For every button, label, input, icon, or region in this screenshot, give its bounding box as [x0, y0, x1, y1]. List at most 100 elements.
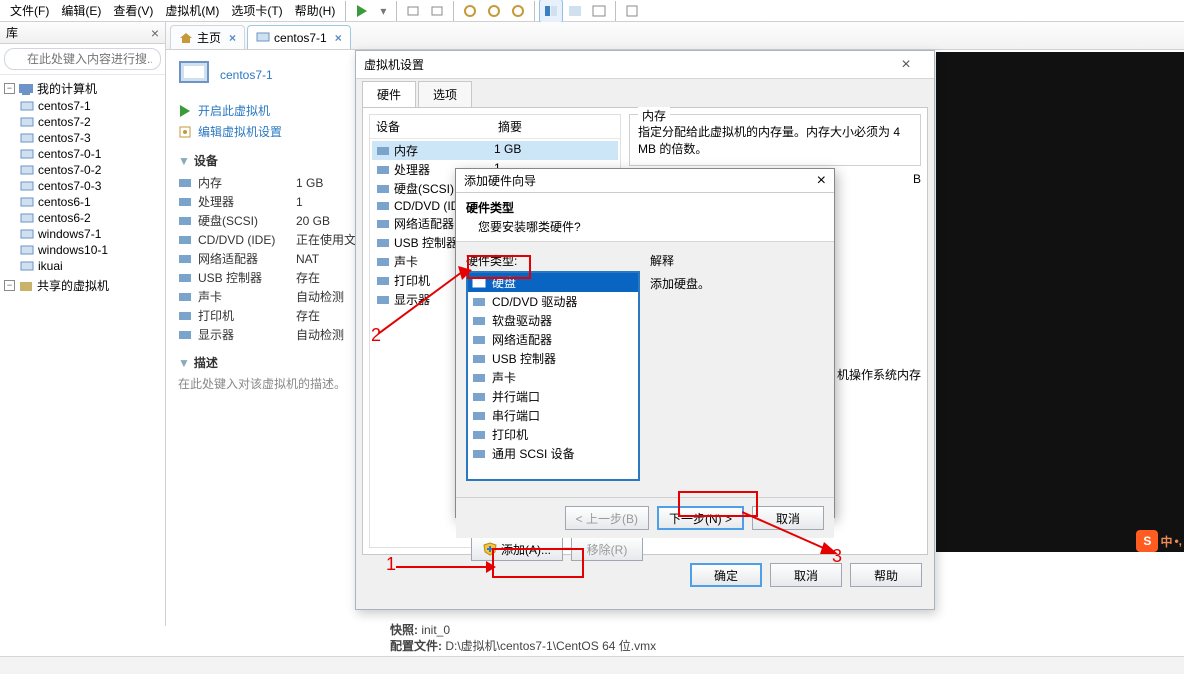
collapse-icon[interactable]: −: [4, 280, 15, 291]
wizard-heading: 硬件类型: [466, 199, 824, 216]
vm-icon: [20, 164, 34, 176]
hardware-type-item[interactable]: 软盘驱动器: [468, 311, 638, 330]
device-icon: [178, 252, 192, 266]
search-input[interactable]: [4, 48, 161, 70]
group-title: 内存: [638, 107, 670, 124]
vm-icon: [20, 244, 34, 256]
menu-file[interactable]: 文件(F): [4, 2, 55, 19]
sidebar-close-icon[interactable]: ×: [151, 25, 159, 41]
vm-tree[interactable]: −我的计算机 centos7-1centos7-2centos7-3centos…: [0, 75, 165, 626]
chevron-down-icon[interactable]: ▼: [178, 356, 190, 370]
hardware-type-item[interactable]: 打印机: [468, 425, 638, 444]
remove-button[interactable]: 移除(R): [571, 537, 643, 561]
tree-vm-item[interactable]: centos7-0-2: [18, 162, 163, 178]
annotation-3: 3: [832, 546, 842, 567]
vm-icon: [20, 148, 34, 160]
hw-icon: [472, 314, 486, 328]
hardware-type-item[interactable]: 声卡: [468, 368, 638, 387]
menu-help[interactable]: 帮助(H): [289, 2, 342, 19]
sep: [453, 1, 454, 21]
menu-tabs[interactable]: 选项卡(T): [225, 2, 288, 19]
tree-vm-item[interactable]: centos6-1: [18, 194, 163, 210]
hardware-type-item[interactable]: 串行端口: [468, 406, 638, 425]
hardware-type-item[interactable]: 网络适配器: [468, 330, 638, 349]
hw-icon: [472, 371, 486, 385]
snapshot-icon[interactable]: [458, 0, 482, 23]
settings-device-item[interactable]: 内存1 GB: [372, 141, 618, 160]
computer-icon: [19, 83, 33, 95]
explanation-text: 添加硬盘。: [650, 275, 824, 292]
chevron-down-icon[interactable]: ▼: [178, 154, 190, 168]
tab-hardware[interactable]: 硬件: [362, 81, 416, 107]
root-node[interactable]: 我的计算机: [37, 80, 97, 97]
vm-icon: [20, 100, 34, 112]
device-icon: [376, 144, 390, 158]
tree-vm-item[interactable]: centos7-2: [18, 114, 163, 130]
layout-icon[interactable]: [563, 0, 587, 23]
menu-view[interactable]: 查看(V): [107, 2, 159, 19]
hardware-type-item[interactable]: USB 控制器: [468, 349, 638, 368]
menu-bar[interactable]: 文件(F) 编辑(E) 查看(V) 虚拟机(M) 选项卡(T) 帮助(H) ▾: [0, 0, 1184, 22]
tab-vm[interactable]: centos7-1 ×: [247, 25, 351, 49]
play-button[interactable]: [350, 0, 374, 23]
snapshot-label: 快照:: [390, 623, 418, 637]
hardware-type-item[interactable]: CD/DVD 驱动器: [468, 292, 638, 311]
device-icon: [178, 214, 192, 228]
sep: [615, 1, 616, 21]
tab-options[interactable]: 选项: [418, 81, 472, 107]
device-icon: [376, 274, 390, 288]
close-icon[interactable]: ×: [335, 31, 342, 45]
ok-button[interactable]: 确定: [690, 563, 762, 587]
device-icon: [178, 271, 192, 285]
tree-vm-item[interactable]: windows10-1: [18, 242, 163, 258]
help-button[interactable]: 帮助: [850, 563, 922, 587]
back-button: < 上一步(B): [565, 506, 649, 530]
tree-vm-item[interactable]: windows7-1: [18, 226, 163, 242]
snapshot-icon[interactable]: [506, 0, 530, 23]
hardware-type-item[interactable]: 并行端口: [468, 387, 638, 406]
hardware-type-item[interactable]: 通用 SCSI 设备: [468, 444, 638, 463]
next-button[interactable]: 下一步(N) >: [657, 506, 744, 530]
device-icon: [376, 182, 390, 196]
vm-icon: [20, 196, 34, 208]
desc-heading: 描述: [194, 354, 218, 371]
hw-icon: [472, 409, 486, 423]
hardware-type-item[interactable]: 硬盘: [468, 273, 638, 292]
tab-home[interactable]: 主页×: [170, 25, 245, 49]
close-icon[interactable]: ×: [817, 172, 826, 190]
hw-icon: [472, 390, 486, 404]
toolbar-icon[interactable]: [401, 0, 425, 23]
tab-strip: 主页× centos7-1 ×: [166, 22, 1184, 50]
menu-vm[interactable]: 虚拟机(M): [159, 2, 225, 19]
toolbar-icon[interactable]: [425, 0, 449, 23]
collapse-icon[interactable]: −: [4, 83, 15, 94]
tab-vm-label: centos7-1: [274, 31, 327, 45]
device-icon: [178, 328, 192, 342]
tree-vm-item[interactable]: ikuai: [18, 258, 163, 274]
hardware-type-list[interactable]: 硬盘CD/DVD 驱动器软盘驱动器网络适配器USB 控制器声卡并行端口串行端口打…: [466, 271, 640, 481]
snapshot-icon[interactable]: [482, 0, 506, 23]
hw-icon: [472, 295, 486, 309]
layout-icon[interactable]: [587, 0, 611, 23]
device-icon: [178, 195, 192, 209]
tree-vm-item[interactable]: centos7-1: [18, 98, 163, 114]
shared-node[interactable]: 共享的虚拟机: [37, 277, 109, 294]
close-icon[interactable]: ×: [229, 31, 236, 45]
fullscreen-icon[interactable]: [620, 0, 644, 23]
dialog-title: 虚拟机设置: [364, 56, 424, 73]
tree-vm-item[interactable]: centos7-3: [18, 130, 163, 146]
device-icon: [376, 199, 390, 213]
tree-vm-item[interactable]: centos7-0-3: [18, 178, 163, 194]
cancel-button[interactable]: 取消: [752, 506, 824, 530]
vm-display: [936, 52, 1184, 552]
col-summary: 摘要: [492, 115, 620, 138]
ime-indicator[interactable]: S 中 •,: [1136, 530, 1182, 552]
tree-vm-item[interactable]: centos7-0-1: [18, 146, 163, 162]
add-button[interactable]: 添加(A)...: [471, 537, 563, 561]
sidebar-title: 库: [6, 24, 18, 41]
close-icon[interactable]: ×: [886, 56, 926, 74]
menu-edit[interactable]: 编辑(E): [55, 2, 107, 19]
tree-vm-item[interactable]: centos6-2: [18, 210, 163, 226]
layout-icon[interactable]: [539, 0, 563, 23]
device-icon: [376, 255, 390, 269]
